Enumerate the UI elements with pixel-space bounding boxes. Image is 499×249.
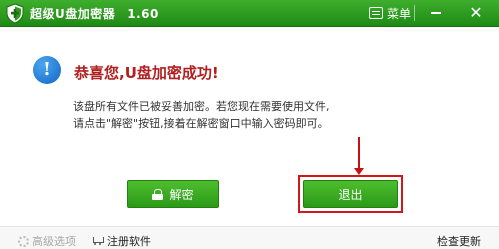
app-title: 超级U盘加密器 1.60 bbox=[30, 5, 159, 22]
titlebar-divider bbox=[414, 5, 415, 21]
shield-logo-icon bbox=[6, 3, 24, 24]
exit-button[interactable]: 退出 bbox=[303, 180, 398, 208]
menu-icon bbox=[369, 7, 383, 19]
menu-label: 菜单 bbox=[387, 6, 412, 21]
success-message: 该盘所有文件已被妥善加密。若您现在需要使用文件, 请点击"解密"按钮,接着在解密… bbox=[73, 100, 330, 130]
register-software-link[interactable]: 注册软件 bbox=[92, 233, 151, 249]
advanced-options-link[interactable]: 高级选项 bbox=[18, 233, 76, 249]
app-version: 1.60 bbox=[127, 7, 159, 21]
decrypt-button[interactable]: 解密 bbox=[127, 180, 219, 208]
pointer-arrow-line bbox=[358, 137, 360, 170]
success-headline: 恭喜您,U盘加密成功! bbox=[74, 64, 219, 82]
check-update-link[interactable]: 检查更新 bbox=[437, 233, 481, 249]
register-software-label: 注册软件 bbox=[107, 235, 151, 248]
check-update-label: 检查更新 bbox=[437, 235, 481, 248]
gear-icon bbox=[18, 235, 29, 247]
decrypt-button-label: 解密 bbox=[169, 187, 194, 202]
cart-icon bbox=[92, 236, 104, 246]
advanced-options-label: 高级选项 bbox=[32, 235, 76, 248]
pointer-arrow-head bbox=[354, 168, 364, 175]
title-bar: 超级U盘加密器 1.60 菜单 ✕ bbox=[0, 0, 499, 27]
info-icon: ! bbox=[33, 56, 61, 84]
exit-button-label: 退出 bbox=[338, 187, 363, 202]
menu-button[interactable]: 菜单 bbox=[369, 4, 411, 22]
close-icon[interactable]: ✕ bbox=[463, 2, 489, 24]
app-name: 超级U盘加密器 bbox=[30, 7, 116, 21]
footer-bar: 高级选项 注册软件 检查更新 bbox=[0, 226, 499, 249]
minimize-icon[interactable] bbox=[425, 4, 447, 22]
lock-icon bbox=[152, 188, 164, 200]
